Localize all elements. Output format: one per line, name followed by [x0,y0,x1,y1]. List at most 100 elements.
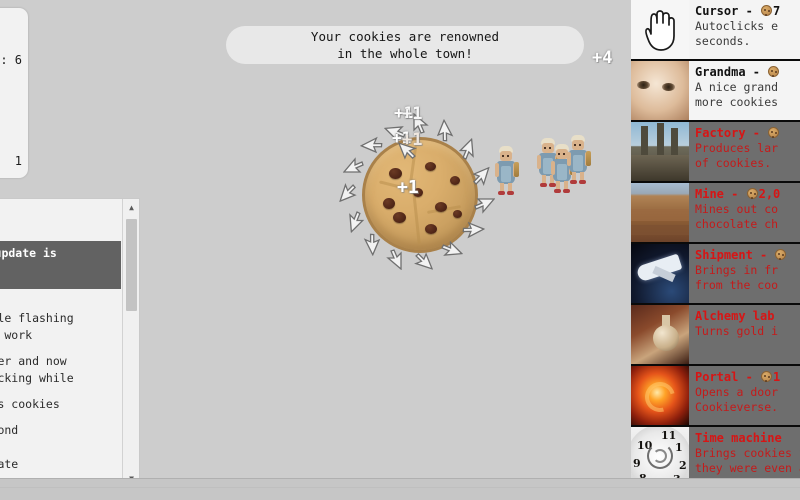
store-item-info: Cursor - 7 Autoclicks e seconds. [689,0,800,59]
grandma-sprite [567,135,591,187]
store-item-desc-1: Opens a door [695,385,779,399]
cursor-icon [340,207,367,234]
log-spacer [0,413,115,422]
cursor-icon [412,113,429,134]
log-line: mas [0,439,115,456]
auto-cursor-ring [339,113,500,276]
floating-gain-number: +4 [592,48,613,68]
portal-icon [631,366,689,425]
store-item-info: Time machine Brings cookies f they were … [689,427,800,478]
news-ticker-text: Your cookies are renowned in the whole t… [310,29,500,61]
store-panel[interactable]: Cursor - 7 Autoclicks e seconds. Grandma… [631,0,800,478]
news-ticker[interactable]: Your cookies are renowned in the whole t… [226,26,584,64]
grandma-sprite [495,146,519,198]
alchemy-lab-icon [631,305,689,364]
log-line: s [0,205,115,222]
store-item-factory[interactable]: Factory - Produces lar of cookies. [631,122,800,183]
grandma-sprites [495,132,595,198]
store-item-desc-1: Brings in fr [695,263,779,277]
log-spacer [0,344,115,353]
cookie-coin-icon [768,127,780,138]
store-item-desc-2: of cookies. [695,156,772,170]
stats-panel: : 6 1 [0,8,28,178]
store-item-title: Factory - [695,125,800,141]
update-log-panel[interactable]: s ! e big update is ject o disable flash… [0,198,140,486]
store-item-desc-2: chocolate ch [695,217,779,231]
cursor-icon [474,197,495,214]
cursor-icon [359,132,386,156]
log-line: displays cookies [0,397,60,411]
store-item-title: Shipment - [695,247,800,263]
cursor-icon [397,137,421,163]
stat-line-2: 1 [14,154,22,168]
log-line: big update [0,457,19,471]
cursor-icon [456,137,483,164]
store-item-portal[interactable]: Portal - 1 Opens a door Cookieverse. [631,366,800,427]
scroll-up-arrow-icon[interactable]: ▲ [123,199,139,216]
log-line: o disable flashing [0,311,74,325]
store-item-info: Alchemy lab Turns gold i [689,305,800,364]
log-line: ! [0,222,115,239]
store-item-desc-1: Mines out co [695,202,779,216]
store-item-title: Mine - 2,0 [695,187,781,201]
store-item-title: Cursor - 7 [695,4,781,18]
time-machine-icon: 11 10 1 9 2 8 3 7 [631,427,689,478]
store-item-desc-2: more cookies [695,95,779,109]
log-scrollbar[interactable]: ▲ ▼ [122,199,139,485]
grandma-icon [631,61,689,120]
store-item-info: Mine - 2,0 Mines out co chocolate ch [689,183,800,242]
cursor-icon [470,166,496,190]
cookie-clicker-game: : 6 1 s ! e big update is ject o disable… [0,0,800,500]
factory-icon [631,122,689,181]
cursor-icon [386,249,403,270]
store-item-desc-1: Autoclicks e [695,19,779,33]
store-item-grandma[interactable]: Grandma - A nice grand more cookies [631,61,800,122]
store-item-title: Time machine [695,431,782,445]
store-item-desc-2: they were even a [695,461,800,475]
bottom-strip [0,478,800,500]
scrollbar-thumb[interactable] [126,219,137,311]
update-log-content: s ! e big update is ject o disable flash… [0,199,121,485]
store-item-info: Factory - Produces lar of cookies. [689,122,800,181]
store-item-cursor[interactable]: Cursor - 7 Autoclicks e seconds. [631,0,800,61]
store-item-desc-2: from the coo [695,278,779,292]
cursor-icon [411,250,435,276]
store-item-time-machine[interactable]: 11 10 1 9 2 8 3 7 Time machine Brings co… [631,427,800,478]
store-item-desc-1: Turns gold i [695,324,779,338]
log-highlight-banner: e big update is [0,241,121,289]
cursor-icon [359,231,383,257]
cursor-icon [460,220,486,244]
store-item-shipment[interactable]: Shipment - Brings in fr from the coo [631,244,800,305]
store-item-alchemy-lab[interactable]: Alchemy lab Turns gold i [631,305,800,366]
store-item-desc-2: seconds. [695,34,751,48]
stat-line-1: : 6 [0,53,22,67]
store-item-title: Alchemy lab [695,309,775,323]
log-line: ject [0,293,115,310]
cursor-icon [437,238,464,265]
store-item-title: Grandma - [695,64,800,80]
store-item-desc-1: Brings cookies f [695,446,800,460]
cookie-coin-icon [761,371,773,382]
store-item-info: Portal - 1 Opens a door Cookieverse. [689,366,800,425]
cookie-coin-icon [775,249,787,260]
log-line: per second [0,423,19,437]
log-line: and clicking while [0,371,74,385]
cookie-coin-icon [746,188,758,199]
cookie-coin-icon [761,5,773,16]
store-item-info: Grandma - A nice grand more cookies [689,61,800,120]
store-item-mine[interactable]: Mine - 2,0 Mines out co chocolate ch [631,183,800,244]
main-play-area: Your cookies are renowned in the whole t… [140,0,630,478]
store-item-desc-1: Produces lar [695,141,779,155]
log-spacer [0,387,115,396]
cursor-icon [343,157,364,174]
log-line: s cheaper and now [0,354,67,368]
store-item-desc-2: Cookieverse. [695,400,779,414]
shipment-icon [631,244,689,303]
cursor-icon [334,180,360,204]
store-item-info: Shipment - Brings in fr from the coo [689,244,800,303]
log-line: back to work [0,328,33,342]
store-item-title: Portal - 1 [695,370,781,384]
store-item-desc-1: A nice grand [695,80,779,94]
bottom-divider [0,487,800,488]
big-cookie-area[interactable] [339,113,500,276]
